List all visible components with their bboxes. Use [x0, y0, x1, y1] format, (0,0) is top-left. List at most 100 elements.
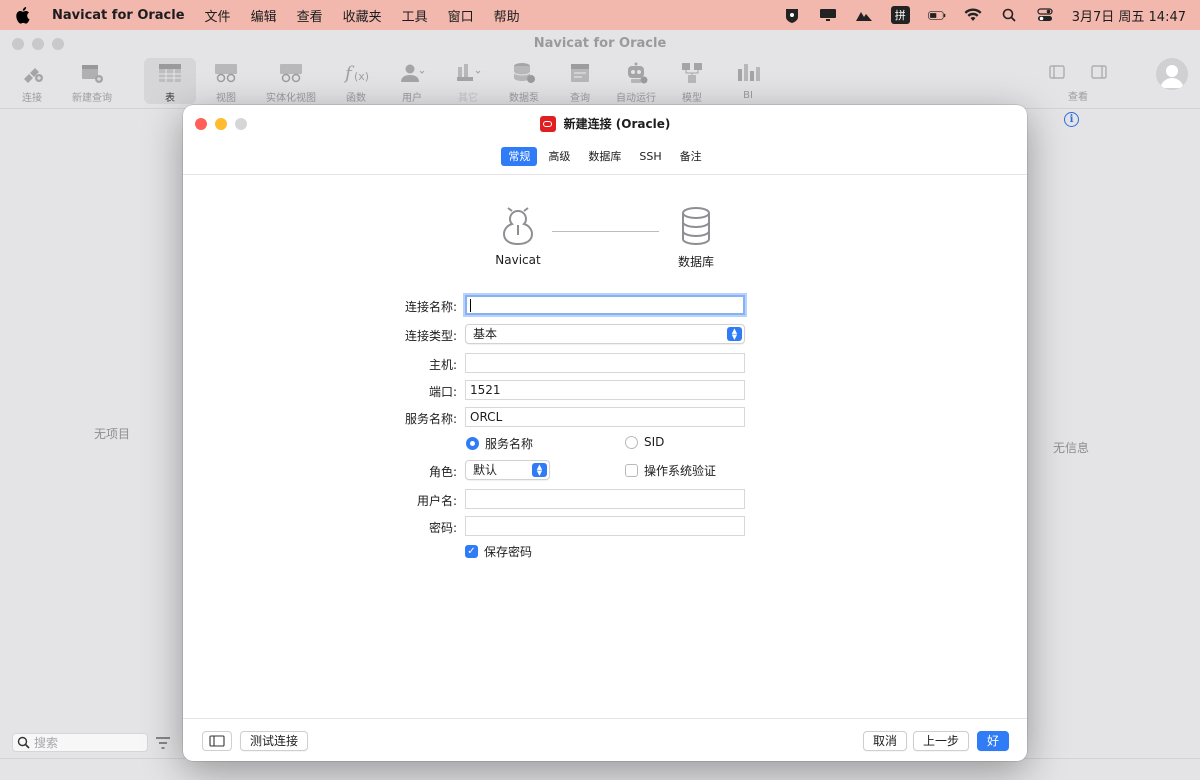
info-icon[interactable]: i — [1064, 112, 1079, 127]
host-label: 主机: — [428, 358, 457, 372]
tab-advanced[interactable]: 高级 — [541, 147, 577, 166]
row-password: 密码: — [183, 516, 1027, 538]
apple-icon[interactable] — [14, 6, 30, 24]
window-zoom-button[interactable] — [52, 38, 64, 50]
dialog-tabs: 常规 高级 数据库 SSH 备注 — [183, 147, 1027, 166]
host-input[interactable] — [465, 353, 745, 373]
menu-view[interactable]: 查看 — [297, 6, 323, 25]
wifi-icon[interactable] — [964, 7, 982, 23]
toggle-sidebar-button[interactable] — [202, 731, 232, 751]
new-connection-dialog: 新建连接 (Oracle) 常规 高级 数据库 SSH 备注 Navicat 数… — [183, 105, 1027, 761]
menu-tools[interactable]: 工具 — [402, 6, 428, 25]
robot-icon — [621, 60, 651, 85]
spotlight-search-icon[interactable] — [1000, 7, 1018, 23]
previous-button[interactable]: 上一步 — [913, 731, 970, 751]
filter-icon[interactable] — [155, 736, 171, 750]
row-role: 角色: 默认 ▲ ▼ 操作系统验证 — [183, 460, 1027, 482]
password-input[interactable] — [465, 516, 745, 536]
username-input[interactable] — [465, 489, 745, 509]
toolbar-automation-button[interactable]: 自动运行 — [610, 58, 662, 104]
toolbar-other-button[interactable]: 其它 — [442, 58, 494, 104]
menu-file[interactable]: 文件 — [205, 6, 231, 25]
menu-window[interactable]: 窗口 — [448, 6, 474, 25]
radio-service-name-dot[interactable] — [466, 437, 479, 450]
row-port: 端口: 1521 — [183, 380, 1027, 402]
window-minimize-button[interactable] — [32, 38, 44, 50]
service-name-input[interactable]: ORCL — [465, 407, 745, 427]
tab-general[interactable]: 常规 — [501, 147, 538, 166]
tab-notes[interactable]: 备注 — [673, 147, 709, 166]
connection-diagram: Navicat 数据库 — [483, 205, 723, 275]
menu-bar: Navicat for Oracle 文件 编辑 查看 收藏夹 工具 窗口 帮助… — [0, 0, 1200, 30]
sidebar-icon — [209, 735, 225, 747]
tab-database[interactable]: 数据库 — [581, 147, 628, 166]
ok-button[interactable]: 好 — [977, 731, 1010, 751]
window-titlebar: Navicat for Oracle — [0, 30, 1200, 58]
row-service-type: 服务名称 SID — [183, 433, 1027, 455]
toolbar-bi-label: BI — [743, 90, 753, 101]
toolbar-user-button[interactable]: 用户 — [386, 58, 438, 104]
menu-favorites[interactable]: 收藏夹 — [343, 6, 382, 25]
toolbar-connect-button[interactable]: 连接 — [6, 58, 58, 104]
display-status-icon[interactable] — [819, 7, 837, 23]
sidebar-search-input[interactable]: 搜索 — [12, 733, 148, 752]
connection-type-select[interactable]: 基本 ▲ ▼ — [465, 324, 745, 344]
port-label: 端口: — [428, 385, 457, 399]
os-auth-checkbox[interactable]: 操作系统验证 — [625, 462, 716, 479]
service-name-label: 服务名称: — [404, 412, 457, 426]
connection-name-input[interactable] — [465, 295, 745, 315]
test-connection-button[interactable]: 测试连接 — [240, 731, 309, 751]
table-icon — [155, 60, 185, 85]
toolbar-query-button[interactable]: 查询 — [554, 58, 606, 104]
shield-status-icon[interactable] — [783, 7, 801, 23]
menu-edit[interactable]: 编辑 — [251, 6, 277, 25]
diagram-connector-line — [552, 231, 659, 232]
battery-icon[interactable] — [928, 7, 946, 23]
toolbar-table-button[interactable]: 表 — [144, 58, 196, 104]
chevron-updown-icon: ▲ ▼ — [532, 463, 547, 477]
clock[interactable]: 3月7日 周五 14:47 — [1072, 6, 1186, 25]
query-icon — [565, 60, 595, 85]
toolbar-automation-label: 自动运行 — [616, 93, 656, 104]
diagram-database-label: 数据库 — [677, 255, 714, 269]
role-label: 角色: — [428, 465, 457, 479]
toggle-left-panel-icon[interactable] — [1049, 65, 1065, 79]
main-toolbar: 连接 新建查询 表 视图 实体化视图 f (x) 函数 用户 其它 数据泵 查询… — [0, 58, 1200, 108]
toolbar-function-button[interactable]: f (x) 函数 — [330, 58, 382, 105]
connection-type-value: 基本 — [473, 327, 498, 341]
toolbar-bi-button[interactable]: BI — [722, 58, 774, 104]
checkmark-icon[interactable]: ✓ — [465, 545, 478, 558]
control-center-icon[interactable] — [1036, 7, 1054, 23]
window-traffic-lights — [12, 38, 64, 50]
row-connection-type: 连接类型: 基本 ▲ ▼ — [183, 324, 1027, 346]
toolbar-materialized-view-label: 实体化视图 — [266, 93, 316, 104]
search-placeholder: 搜索 — [34, 736, 59, 750]
view-icon — [211, 60, 241, 85]
avatar[interactable] — [1156, 58, 1188, 90]
toolbar-data-pump-button[interactable]: 数据泵 — [498, 58, 550, 104]
toolbar-materialized-view-button[interactable]: 实体化视图 — [256, 58, 326, 104]
mountain-status-icon[interactable] — [855, 7, 873, 23]
port-input[interactable]: 1521 — [465, 380, 745, 400]
toolbar-function-label: 函数 — [346, 93, 366, 104]
role-select[interactable]: 默认 ▲ ▼ — [465, 460, 550, 480]
radio-service-name[interactable]: 服务名称 — [466, 435, 533, 452]
menu-help[interactable]: 帮助 — [494, 6, 520, 25]
toolbar-view-button[interactable]: 视图 — [200, 58, 252, 104]
connection-name-label: 连接名称: — [404, 300, 457, 314]
os-auth-checkbox-box[interactable] — [625, 464, 638, 477]
cancel-button[interactable]: 取消 — [863, 731, 908, 751]
row-host: 主机: — [183, 353, 1027, 375]
radio-sid-dot[interactable] — [625, 435, 638, 449]
window-close-button[interactable] — [12, 38, 24, 50]
radio-sid[interactable]: SID — [625, 435, 664, 449]
tab-ssh[interactable]: SSH — [632, 147, 668, 166]
model-icon — [677, 60, 707, 85]
save-password-checkbox[interactable]: ✓ 保存密码 — [465, 543, 532, 560]
input-method-indicator[interactable]: 拼 — [890, 6, 910, 24]
toolbar-new-query-button[interactable]: 新建查询 — [62, 58, 122, 104]
toolbar-model-button[interactable]: 模型 — [666, 58, 718, 104]
toggle-right-panel-icon[interactable] — [1091, 65, 1107, 79]
row-service-name: 服务名称: ORCL — [183, 407, 1027, 429]
menu-app-name[interactable]: Navicat for Oracle — [52, 8, 185, 23]
